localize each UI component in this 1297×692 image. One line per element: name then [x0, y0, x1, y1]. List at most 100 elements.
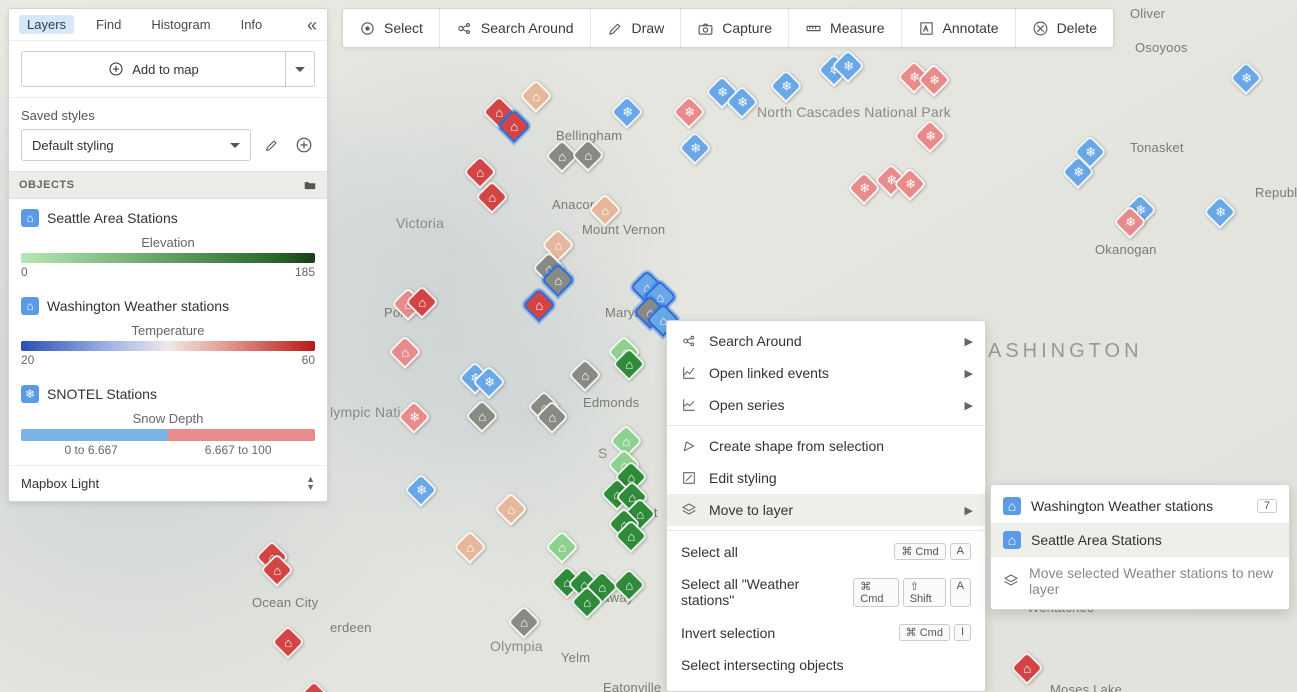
- panel-tabs: Layers Find Histogram Info «: [9, 9, 327, 41]
- objects-header: OBJECTS: [9, 171, 327, 199]
- ctx-open-linked[interactable]: Open linked events▶: [667, 357, 985, 389]
- series-icon: [681, 397, 697, 413]
- map-marker[interactable]: ❄: [409, 478, 433, 506]
- map-marker[interactable]: ❄: [402, 405, 426, 433]
- map-marker[interactable]: ⌂: [276, 630, 300, 658]
- home-icon: ⌂: [1003, 531, 1021, 549]
- label-seattle: S: [598, 445, 608, 461]
- map-marker[interactable]: ⌂: [393, 340, 417, 368]
- map-marker[interactable]: ⌂: [512, 610, 536, 638]
- map-marker[interactable]: ⌂: [550, 535, 574, 563]
- tab-info[interactable]: Info: [233, 15, 271, 34]
- ctx-select-all-type[interactable]: Select all "Weather stations" ⌘ Cmd⇧ Shi…: [667, 568, 985, 616]
- map-marker[interactable]: ❄: [1208, 200, 1232, 228]
- ctx-filter-selected[interactable]: Filter to selected objects: [667, 681, 985, 692]
- search-around-icon: [456, 20, 473, 37]
- map-marker[interactable]: ⌂: [527, 293, 551, 321]
- map-marker[interactable]: ⌂: [617, 352, 641, 380]
- layer-washington-weather[interactable]: ⌂ Washington Weather stations Temperatur…: [9, 287, 327, 375]
- ctx-create-shape[interactable]: Create shape from selection: [667, 430, 985, 462]
- delete-tool[interactable]: Delete: [1016, 9, 1113, 47]
- map-marker[interactable]: ❄: [922, 68, 946, 96]
- label-eatonville: Eatonville: [603, 680, 661, 692]
- plus-circle-icon: [108, 61, 124, 77]
- map-marker[interactable]: ❄: [774, 74, 798, 102]
- search-around-icon: [681, 333, 697, 349]
- ctx-edit-styling[interactable]: Edit styling: [667, 462, 985, 494]
- basemap-select[interactable]: Mapbox Light ▲▼: [9, 465, 327, 501]
- label-oliver: Oliver: [1130, 6, 1165, 21]
- map-marker[interactable]: ❄: [1234, 66, 1258, 94]
- legend-label: Snow Depth: [21, 411, 315, 426]
- ctx-invert-selection[interactable]: Invert selection ⌘ CmdI: [667, 616, 985, 649]
- saved-style-select[interactable]: Default styling: [21, 129, 251, 161]
- map-marker[interactable]: ⌂: [540, 405, 564, 433]
- edit-style-button[interactable]: [261, 134, 283, 156]
- map-marker[interactable]: ⌂: [1015, 656, 1039, 684]
- map-marker[interactable]: ⌂: [546, 268, 570, 296]
- map-marker[interactable]: ⌂: [619, 524, 643, 552]
- measure-tool[interactable]: Measure: [789, 9, 901, 47]
- submenu-washington[interactable]: ⌂ Washington Weather stations 7: [991, 489, 1289, 523]
- layer-snotel[interactable]: ❄ SNOTEL Stations Snow Depth 0 to 6.6676…: [9, 375, 327, 465]
- label-victoria: Victoria: [396, 215, 444, 231]
- add-style-button[interactable]: [293, 134, 315, 156]
- move-to-layer-submenu: ⌂ Washington Weather stations 7 ⌂ Seattl…: [990, 484, 1290, 610]
- map-marker[interactable]: ❄: [1078, 140, 1102, 168]
- label-edmonds: Edmonds: [583, 395, 639, 410]
- add-to-map-button[interactable]: Add to map: [21, 51, 285, 87]
- ctx-move-to-layer[interactable]: Move to layer▶: [667, 494, 985, 526]
- capture-tool[interactable]: Capture: [681, 9, 789, 47]
- ctx-select-intersecting[interactable]: Select intersecting objects: [667, 649, 985, 681]
- target-icon: [359, 20, 376, 37]
- map-marker[interactable]: ⌂: [502, 114, 526, 142]
- map-marker[interactable]: ⌂: [573, 363, 597, 391]
- annotate-tool[interactable]: Annotate: [902, 9, 1016, 47]
- submenu-seattle[interactable]: ⌂ Seattle Area Stations: [991, 523, 1289, 557]
- map-marker[interactable]: ❄: [730, 90, 754, 118]
- legend-gradient-elevation: [21, 253, 315, 263]
- map-marker[interactable]: ❄: [898, 172, 922, 200]
- search-around-tool[interactable]: Search Around: [440, 9, 591, 47]
- tab-find[interactable]: Find: [88, 15, 129, 34]
- label-anacortes: Anacor: [552, 197, 594, 212]
- map-marker[interactable]: ⌂: [575, 590, 599, 618]
- map-marker[interactable]: ⌂: [302, 685, 326, 692]
- map-marker[interactable]: ⌂: [593, 198, 617, 226]
- map-marker[interactable]: ❄: [477, 370, 501, 398]
- draw-tool[interactable]: Draw: [591, 9, 682, 47]
- map-marker[interactable]: ⌂: [470, 404, 494, 432]
- map-marker[interactable]: ⌂: [265, 558, 289, 586]
- map-marker[interactable]: ❄: [1118, 210, 1142, 238]
- map-marker[interactable]: ❄: [615, 100, 639, 128]
- add-to-map-dropdown[interactable]: [285, 51, 315, 87]
- label-olympia: Olympia: [490, 638, 543, 654]
- map-marker[interactable]: ⌂: [524, 84, 548, 112]
- map-marker[interactable]: ⌂: [550, 144, 574, 172]
- ctx-select-all[interactable]: Select all ⌘ CmdA: [667, 535, 985, 568]
- map-marker[interactable]: ⌂: [458, 535, 482, 563]
- map-marker[interactable]: ⌂: [410, 290, 434, 318]
- submenu-move-new[interactable]: Move selected Weather stations to new la…: [991, 557, 1289, 605]
- ctx-open-series[interactable]: Open series▶: [667, 389, 985, 421]
- ctx-search-around[interactable]: Search Around▶: [667, 325, 985, 357]
- map-marker[interactable]: ❄: [852, 176, 876, 204]
- map-marker[interactable]: ❄: [677, 100, 701, 128]
- folder-icon[interactable]: [303, 178, 317, 192]
- layers-panel: Layers Find Histogram Info « Add to map …: [8, 8, 328, 502]
- map-marker[interactable]: ❄: [918, 124, 942, 152]
- label-yelm: Yelm: [561, 650, 590, 665]
- layer-seattle[interactable]: ⌂ Seattle Area Stations Elevation 0185: [9, 199, 327, 287]
- tab-histogram[interactable]: Histogram: [143, 15, 218, 34]
- map-marker[interactable]: ❄: [683, 136, 707, 164]
- pencil-icon: [264, 137, 280, 153]
- tab-layers[interactable]: Layers: [19, 15, 74, 34]
- map-marker[interactable]: ⌂: [480, 185, 504, 213]
- collapse-panel-icon[interactable]: «: [307, 16, 317, 34]
- select-tool[interactable]: Select: [343, 9, 440, 47]
- map-marker[interactable]: ❄: [836, 54, 860, 82]
- map-marker[interactable]: ⌂: [617, 573, 641, 601]
- add-to-map: Add to map: [21, 51, 315, 87]
- map-marker[interactable]: ⌂: [499, 497, 523, 525]
- map-marker[interactable]: ⌂: [576, 143, 600, 171]
